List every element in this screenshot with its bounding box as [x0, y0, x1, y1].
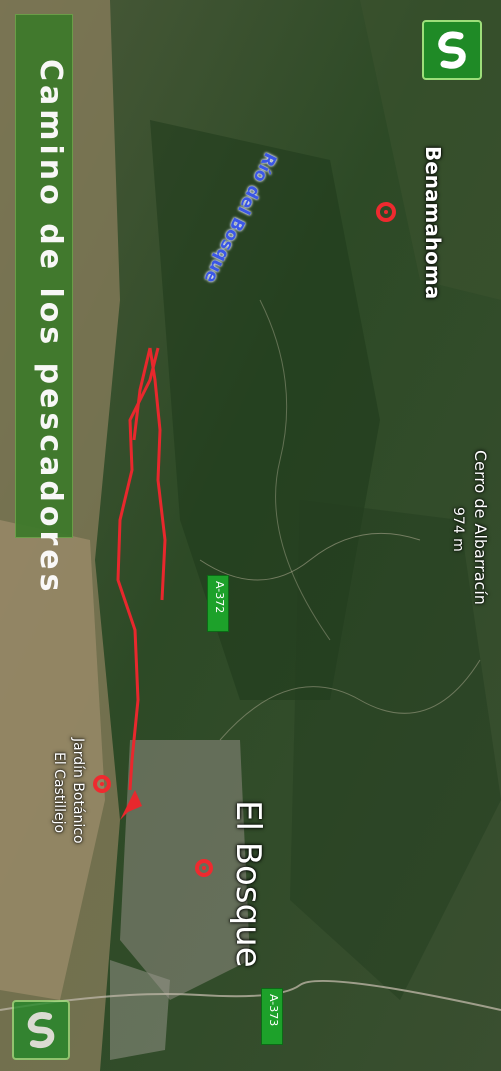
- place-label-jardin-line2: El Castillejo: [51, 752, 67, 834]
- place-label-cerro-height: 974 m: [450, 507, 466, 552]
- map-title: Camino de los pescadores: [33, 59, 68, 596]
- place-label-el-bosque: El Bosque: [228, 800, 268, 968]
- place-label-cerro: Cerro de Albarracín: [471, 450, 490, 605]
- logo-icon: [422, 20, 482, 80]
- road-sign-a373: A-373: [261, 988, 283, 1045]
- logo-icon: [438, 31, 466, 69]
- place-label-jardin-line1: Jardín Botánico: [70, 738, 86, 844]
- road-sign-a372: A-372: [207, 575, 229, 632]
- title-banner: Camino de los pescadores: [15, 14, 73, 595]
- place-label-benamahoma: Benamahoma: [421, 146, 445, 300]
- logo-icon: [12, 1000, 70, 1060]
- logo-icon: [27, 1012, 55, 1049]
